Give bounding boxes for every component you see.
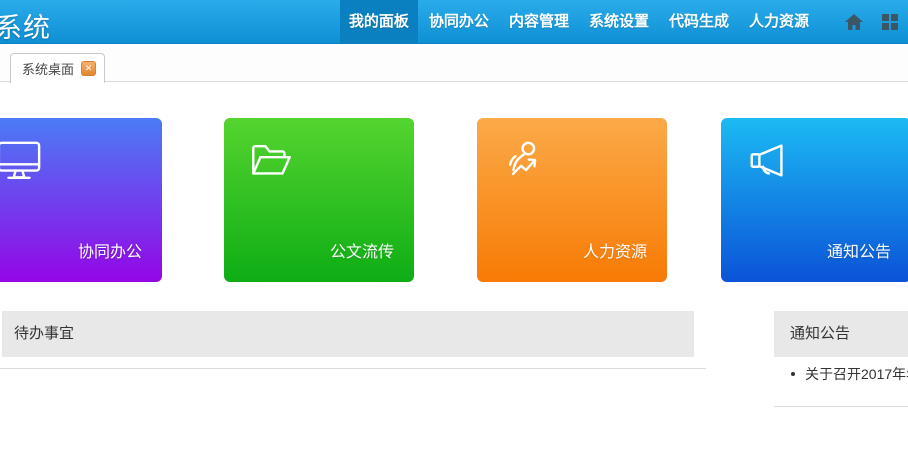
todo-panel-title: 待办事宜	[14, 325, 74, 342]
open-folder-icon	[248, 138, 294, 184]
tab-strip-border	[0, 81, 908, 82]
home-icon[interactable]	[845, 14, 863, 30]
nav-item-system-settings[interactable]: 系统设置	[580, 0, 658, 44]
tile-label: 公文流传	[330, 238, 394, 262]
tile-document-flow[interactable]: 公文流传	[224, 118, 414, 282]
tile-label: 通知公告	[827, 238, 891, 262]
tile-label: 协同办公	[78, 238, 142, 262]
person-growth-icon	[501, 138, 547, 184]
notice-item-text: 关于召开2017年年	[805, 364, 908, 384]
tile-collab-office[interactable]: 协同办公	[0, 118, 162, 282]
app-window: 系统 我的面板 协同办公 内容管理 系统设置 代码生成 人力资源 系统桌面	[0, 0, 908, 454]
notice-item-divider	[774, 406, 908, 407]
nav-item-content-mgmt[interactable]: 内容管理	[500, 0, 578, 44]
notice-list-item[interactable]: 关于召开2017年年	[774, 364, 908, 384]
tile-label: 人力资源	[583, 238, 647, 262]
todo-panel-divider	[0, 368, 706, 369]
megaphone-icon	[745, 138, 791, 184]
tab-close-icon[interactable]	[81, 61, 96, 76]
tab-system-desktop[interactable]: 系统桌面	[10, 53, 105, 83]
tile-hr[interactable]: 人力资源	[477, 118, 667, 282]
grid-layout-icon[interactable]	[882, 14, 898, 30]
monitor-icon	[0, 138, 42, 184]
notice-panel-header: 通知公告	[774, 311, 908, 357]
top-navbar: 系统 我的面板 协同办公 内容管理 系统设置 代码生成 人力资源	[0, 0, 908, 44]
nav-item-my-dashboard[interactable]: 我的面板	[340, 0, 418, 44]
app-logo: 系统	[0, 6, 51, 45]
bullet-icon	[791, 372, 795, 376]
nav-item-collab-office[interactable]: 协同办公	[420, 0, 498, 44]
todo-panel-header: 待办事宜	[2, 311, 694, 357]
nav-item-code-gen[interactable]: 代码生成	[660, 0, 738, 44]
tile-notice[interactable]: 通知公告	[721, 118, 908, 282]
nav-item-hr[interactable]: 人力资源	[740, 0, 818, 44]
notice-panel-title: 通知公告	[790, 325, 850, 342]
tab-strip	[0, 44, 908, 83]
tab-label: 系统桌面	[22, 59, 74, 78]
main-menu: 我的面板 协同办公 内容管理 系统设置 代码生成 人力资源	[339, 0, 908, 44]
